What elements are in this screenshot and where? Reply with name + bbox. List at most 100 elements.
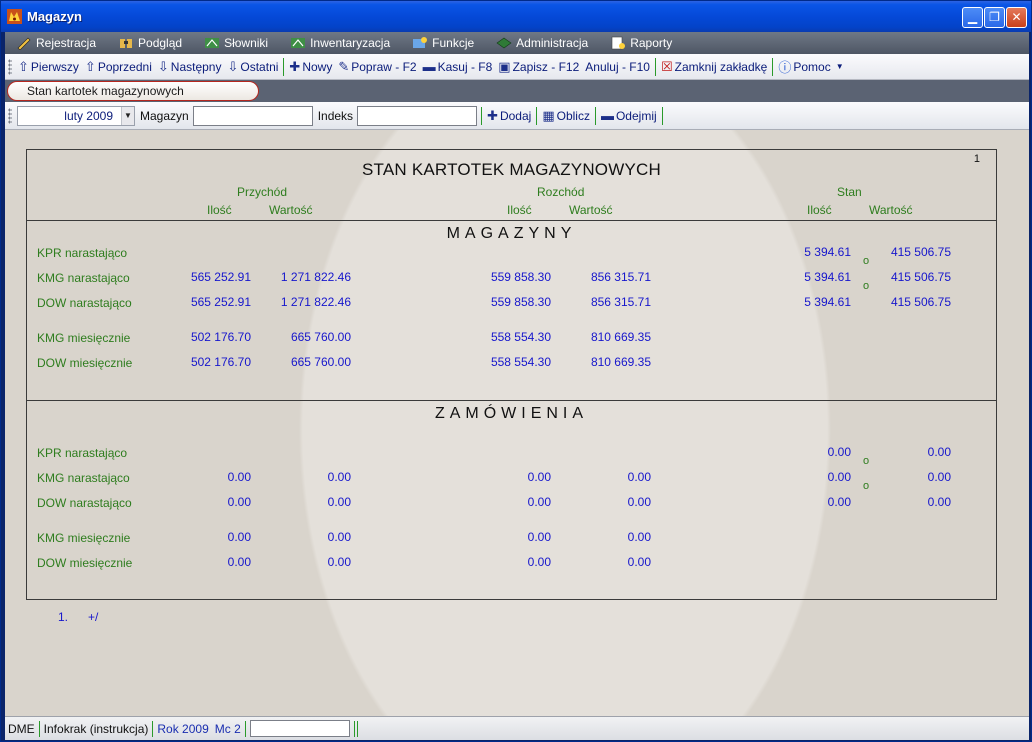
- restore-button[interactable]: ❐: [984, 7, 1005, 28]
- rozchod-ilosc: 558 554.30: [490, 330, 551, 344]
- month-select[interactable]: luty 2009 ▼: [17, 105, 135, 126]
- admin-book-icon: [496, 37, 512, 49]
- edit-button[interactable]: ✎ Popraw - F2: [335, 56, 419, 78]
- pen-icon: [17, 37, 31, 50]
- report-title: STAN KARTOTEK MAGAZYNOWYCH: [362, 160, 661, 179]
- indeks-label: Indeks: [317, 108, 354, 123]
- add-button[interactable]: ✚ Dodaj: [484, 105, 534, 127]
- menu-podglad[interactable]: Podgląd: [107, 32, 193, 54]
- stan-ilosc: 5 394.61: [804, 270, 851, 284]
- separator: [356, 720, 358, 737]
- rozchod-wartosc: 0.00: [627, 470, 651, 484]
- separator: [536, 106, 538, 125]
- filter-grip[interactable]: [8, 107, 12, 124]
- row-label: KMG miesięcznie: [37, 331, 131, 345]
- rozchod-wartosc: 0.00: [627, 555, 651, 569]
- first-button[interactable]: ⇧ Pierwszy: [15, 56, 82, 78]
- cancel-button[interactable]: Anuluj - F10: [582, 56, 653, 78]
- row-label: KPR narastająco: [37, 246, 128, 260]
- title-bar[interactable]: Magazyn ▁ ❐ ✕: [1, 1, 1031, 32]
- report-content: 1 STAN KARTOTEK MAGAZYNOWYCH Przychód Ro…: [5, 130, 1029, 716]
- separator: [661, 106, 663, 125]
- rozchod-ilosc: 0.00: [527, 555, 551, 569]
- window-title: Magazyn: [27, 9, 82, 24]
- sub-ilosc: Ilość: [207, 203, 232, 217]
- delete-button[interactable]: ▬ Kasuj - F8: [420, 56, 496, 78]
- subtract-button[interactable]: ▬ Odejmij: [598, 105, 660, 127]
- rozchod-wartosc: 856 315.71: [590, 270, 651, 284]
- calculator-icon: ▦: [542, 107, 555, 123]
- row-label: KMG narastająco: [37, 471, 130, 485]
- close-button[interactable]: ✕: [1006, 7, 1027, 28]
- minimize-icon: ▁: [967, 10, 978, 24]
- save-button[interactable]: ▣ Zapisz - F12: [495, 56, 582, 78]
- floppy-icon: ▣: [498, 58, 511, 74]
- help-button[interactable]: ⓘ Pomoc ▼: [775, 56, 846, 78]
- last-button[interactable]: ⇩ Ostatni: [224, 56, 281, 78]
- row-label: KMG narastająco: [37, 271, 130, 285]
- status-user: Infokrak (instrukcja): [43, 721, 149, 736]
- report-frame: 1 STAN KARTOTEK MAGAZYNOWYCH Przychód Ro…: [26, 149, 997, 600]
- calc-label: Oblicz: [556, 108, 590, 123]
- magazyn-input[interactable]: [192, 105, 313, 126]
- minimize-button[interactable]: ▁: [962, 7, 983, 28]
- stock-marker: o: [863, 255, 870, 267]
- indeks-input[interactable]: [357, 105, 478, 126]
- stan-ilosc: 5 394.61: [804, 295, 851, 309]
- separator: [654, 57, 656, 76]
- rozchod-ilosc: 0.00: [527, 470, 551, 484]
- toolbar-grip[interactable]: [8, 58, 12, 75]
- tab-stan-kartotek[interactable]: Stan kartotek magazynowych: [7, 81, 259, 101]
- status-year: Rok 2009: [157, 721, 209, 736]
- last-arrow-icon: ⇩: [227, 58, 239, 74]
- add-label: Dodaj: [499, 108, 532, 123]
- menu-label: Słowniki: [224, 36, 269, 50]
- menu-label: Funkcje: [432, 36, 475, 50]
- menu-raporty[interactable]: Raporty: [599, 32, 683, 54]
- down-arrow-icon: ⇩: [157, 58, 169, 74]
- rozchod-ilosc: 559 858.30: [490, 270, 551, 284]
- last-label: Ostatni: [240, 59, 279, 74]
- next-button[interactable]: ⇩ Następny: [155, 56, 225, 78]
- prev-label: Poprzedni: [97, 59, 152, 74]
- divider: [27, 400, 996, 401]
- separator: [353, 720, 355, 737]
- separator: [481, 106, 483, 125]
- new-button[interactable]: ✚ Nowy: [286, 56, 335, 78]
- separator: [594, 106, 596, 125]
- status-month: Mc 2: [214, 721, 241, 736]
- przychod-ilosc: 565 252.91: [190, 270, 251, 284]
- separator: [152, 720, 154, 737]
- report-icon: [611, 36, 626, 50]
- close-tab-button[interactable]: ☒ Zamknij zakładkę: [658, 56, 770, 78]
- chevron-down-icon[interactable]: ▼: [121, 106, 134, 125]
- calc-button[interactable]: ▦ Oblicz: [539, 105, 593, 127]
- first-arrow-icon: ⇧: [18, 58, 29, 74]
- magazyn-label: Magazyn: [140, 108, 189, 123]
- sub-ilosc: Ilość: [807, 203, 832, 217]
- functions-icon: [413, 37, 428, 48]
- menu-funkcje[interactable]: Funkcje: [401, 32, 485, 54]
- separator: [38, 720, 40, 737]
- row-label: DOW miesięcznie: [37, 356, 133, 370]
- restore-icon: ❐: [989, 10, 1000, 24]
- new-label: Nowy: [302, 59, 333, 74]
- binoculars-icon: [120, 39, 133, 48]
- status-bar: DME Infokrak (instrukcja) Rok 2009 Mc 2: [5, 716, 1029, 740]
- footer-sign[interactable]: +/: [88, 610, 98, 624]
- row-label: KPR narastająco: [37, 446, 128, 460]
- menu-inwentaryzacja[interactable]: Inwentaryzacja: [279, 32, 401, 54]
- menu-administracja[interactable]: Administracja: [485, 32, 599, 54]
- sub-wartosc: Wartość: [569, 203, 613, 217]
- menu-rejestracja[interactable]: Rejestracja: [5, 32, 107, 54]
- section-zamowienia: ZAMÓWIENIA: [434, 405, 589, 422]
- przychod-wartosc: 0.00: [327, 470, 351, 484]
- edit-label: Popraw - F2: [351, 59, 417, 74]
- menu-slowniki[interactable]: Słowniki: [193, 32, 279, 54]
- sub-wartosc: Wartość: [869, 203, 913, 217]
- header-rozchod: Rozchód: [537, 185, 585, 199]
- rozchod-ilosc: 0.00: [527, 530, 551, 544]
- prev-button[interactable]: ⇧ Poprzedni: [82, 56, 155, 78]
- stan-ilosc: 0.00: [827, 495, 851, 509]
- rozchod-wartosc: 0.00: [627, 495, 651, 509]
